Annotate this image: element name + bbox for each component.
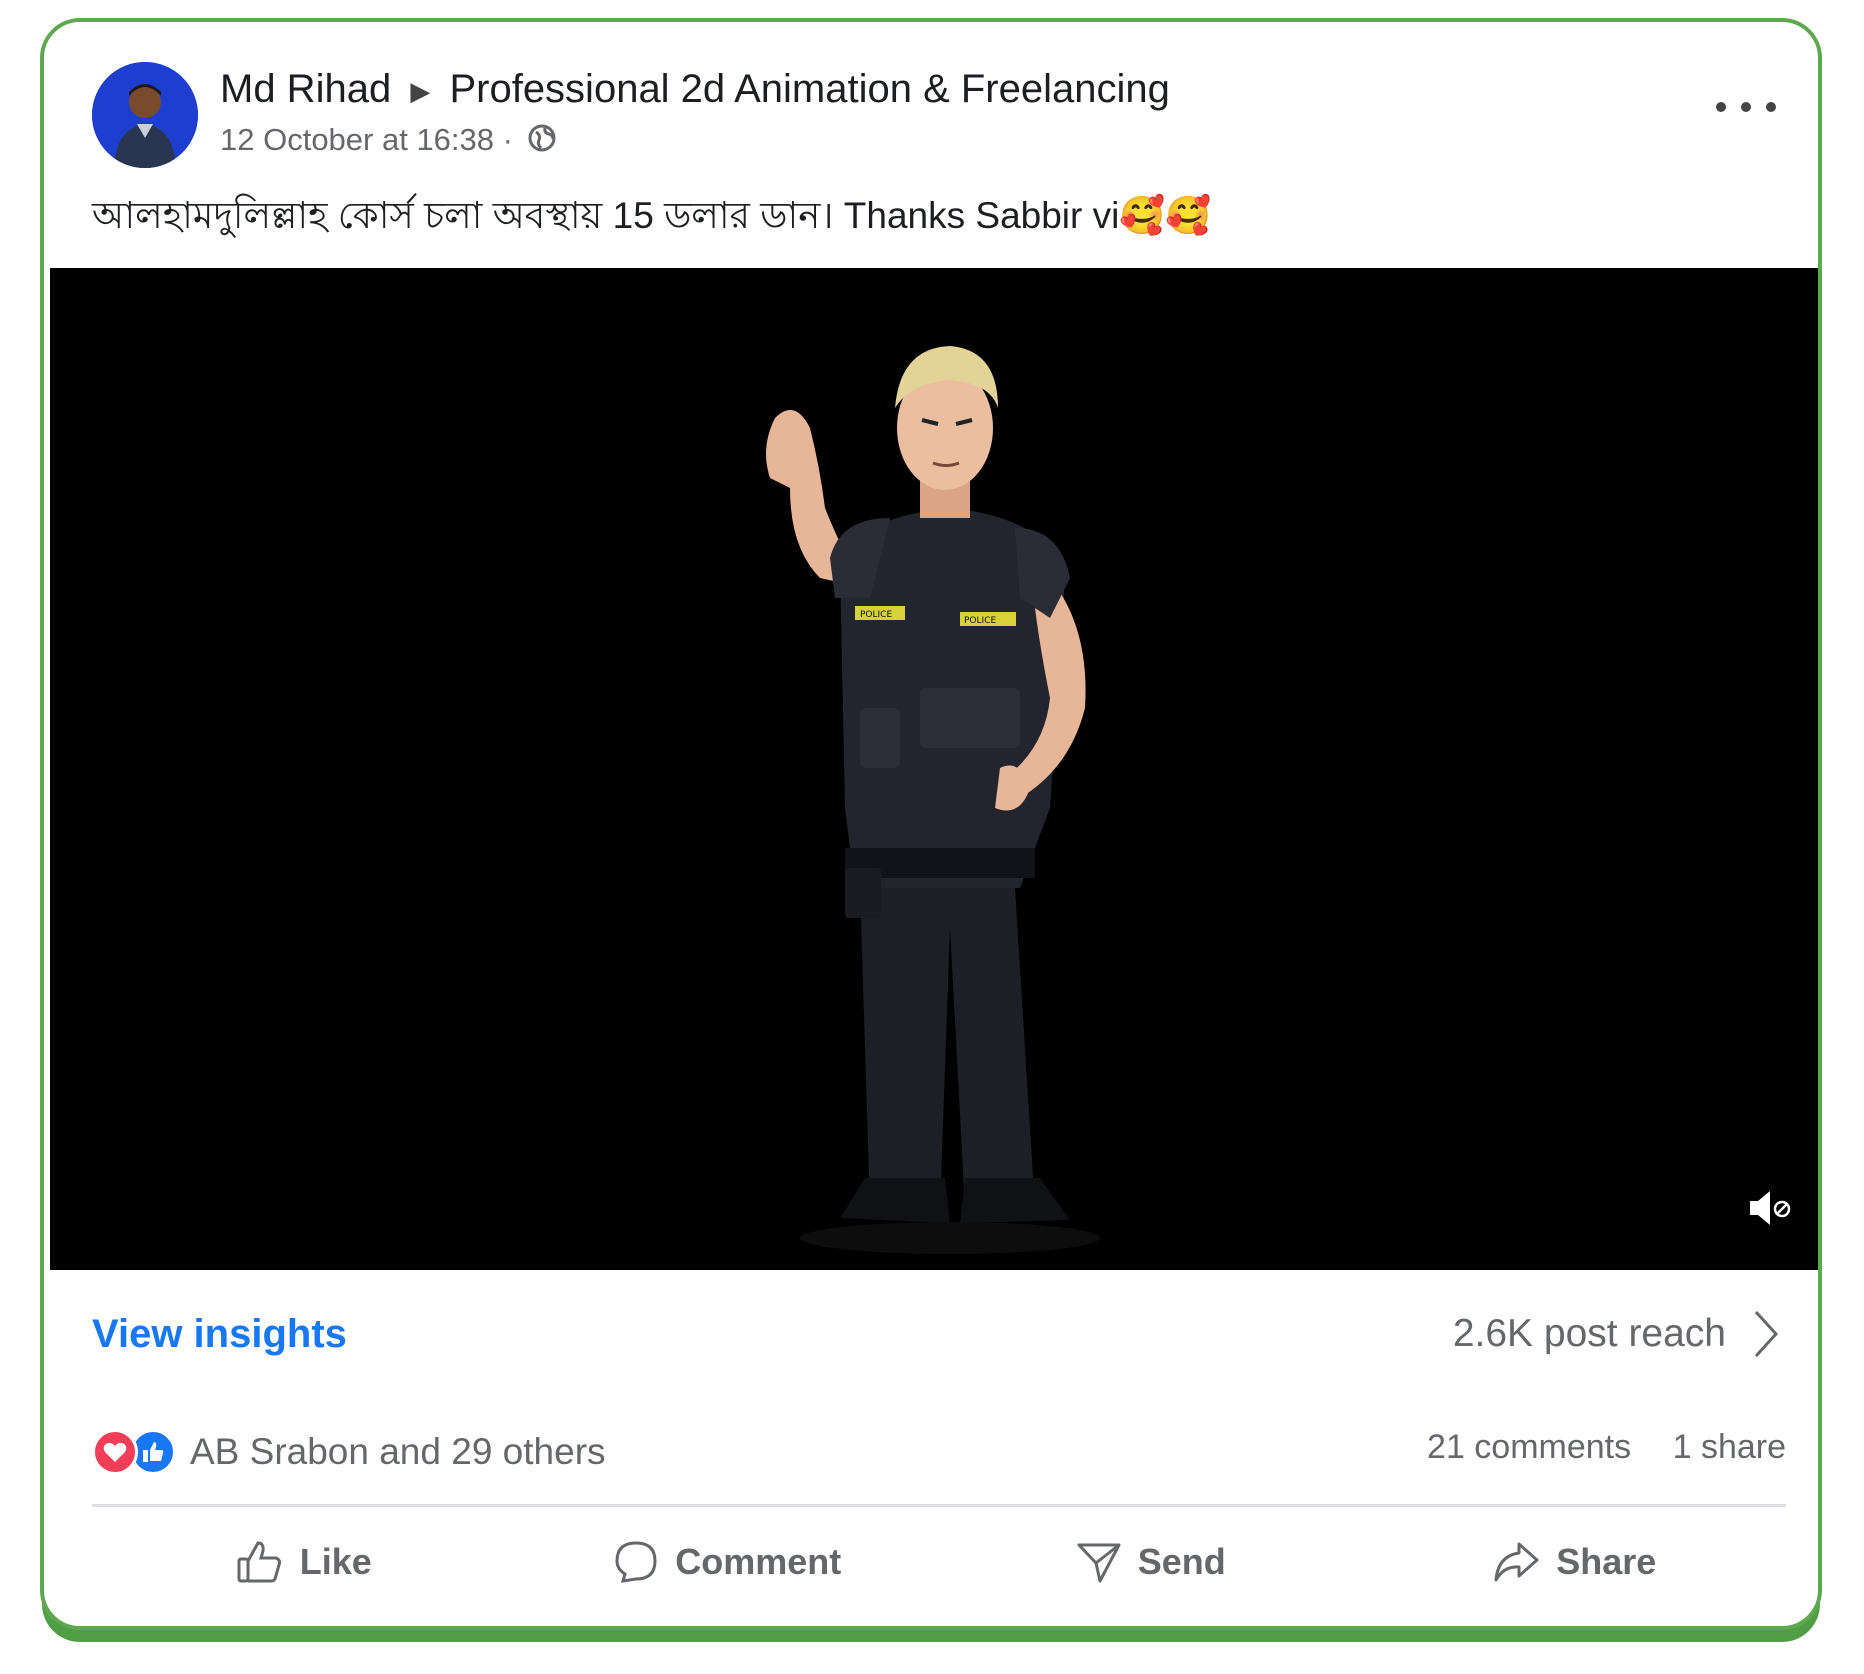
shares-count[interactable]: 1 share xyxy=(1673,1428,1786,1466)
post-header: Md Rihad ▶ Professional 2d Animation & F… xyxy=(220,67,1170,112)
share-label: Share xyxy=(1556,1541,1657,1582)
more-options-button[interactable] xyxy=(1716,92,1776,122)
chevron-right-icon[interactable] xyxy=(1750,1308,1782,1365)
play-triangle-icon: ▶ xyxy=(410,75,431,106)
smiling-face-hearts-emoji: 🥰🥰 xyxy=(1119,194,1212,237)
divider xyxy=(92,1504,1786,1507)
send-label: Send xyxy=(1137,1541,1226,1582)
post-meta: 12 October at 16:38 · xyxy=(220,122,556,160)
action-bar: Like Comment Send Share xyxy=(92,1522,1786,1602)
engagement-counts: 21 comments 1 share xyxy=(1427,1428,1786,1467)
group-name[interactable]: Professional 2d Animation & Freelancing xyxy=(449,67,1169,111)
more-dot xyxy=(1741,102,1751,112)
comment-button[interactable]: Comment xyxy=(516,1522,940,1602)
reactions-summary[interactable]: AB Srabon and 29 others xyxy=(92,1424,606,1480)
share-arrow-icon xyxy=(1494,1542,1539,1582)
post-reach[interactable]: 2.6K post reach xyxy=(1453,1312,1726,1356)
vest-badge-left: POLICE xyxy=(860,610,892,620)
post-card: Md Rihad ▶ Professional 2d Animation & F… xyxy=(40,18,1822,1630)
globe-icon xyxy=(528,124,556,160)
police-character-animation: POLICE POLICE xyxy=(766,346,1100,1254)
comment-label: Comment xyxy=(675,1541,842,1582)
more-dot xyxy=(1766,102,1776,112)
love-reaction-icon xyxy=(92,1429,138,1475)
send-icon xyxy=(1077,1543,1121,1583)
muted-speaker-icon[interactable] xyxy=(1746,1185,1792,1236)
more-dot xyxy=(1716,102,1726,112)
share-button[interactable]: Share xyxy=(1363,1522,1787,1602)
reactors-text[interactable]: AB Srabon and 29 others xyxy=(190,1431,606,1473)
video-player[interactable]: POLICE POLICE xyxy=(50,268,1818,1270)
thumbs-up-icon xyxy=(237,1541,281,1583)
comment-bubble-icon xyxy=(615,1541,657,1583)
view-insights-link[interactable]: View insights xyxy=(92,1312,347,1357)
post-text: আলহামদুলিল্লাহ কোর্স চলা অবস্থায় 15 ডলা… xyxy=(92,186,1212,249)
post-body: আলহামদুলিল্লাহ কোর্স চলা অবস্থায় 15 ডলা… xyxy=(92,195,1120,236)
vest-badge-right: POLICE xyxy=(964,616,996,626)
author-name[interactable]: Md Rihad xyxy=(220,67,391,111)
comments-count[interactable]: 21 comments xyxy=(1427,1428,1631,1466)
send-button[interactable]: Send xyxy=(939,1522,1363,1602)
author-avatar[interactable] xyxy=(92,62,198,168)
like-button[interactable]: Like xyxy=(92,1522,516,1602)
post-timestamp[interactable]: 12 October at 16:38 · xyxy=(220,122,513,157)
like-label: Like xyxy=(299,1541,372,1582)
